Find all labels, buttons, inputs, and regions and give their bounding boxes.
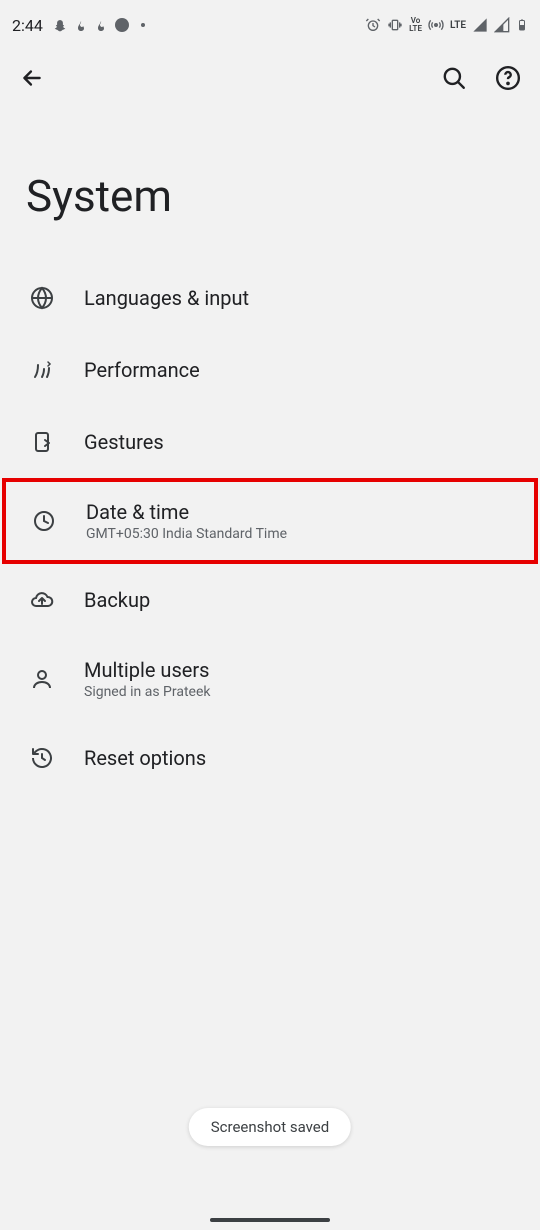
item-title: Languages & input xyxy=(84,286,249,310)
nav-handle[interactable] xyxy=(210,1218,330,1222)
item-subtitle: GMT+05:30 India Standard Time xyxy=(86,526,287,542)
status-left: 2:44 xyxy=(12,16,145,35)
item-title: Reset options xyxy=(84,746,206,770)
notification-overflow-icon xyxy=(141,23,145,27)
tinder-icon xyxy=(95,18,107,32)
person-icon xyxy=(28,665,56,693)
back-button[interactable] xyxy=(18,64,46,92)
app-bar xyxy=(0,48,540,108)
volte-icon: VoLTE xyxy=(409,17,422,33)
cloud-upload-icon xyxy=(28,586,56,614)
hotspot-icon xyxy=(428,17,444,33)
list-item-performance[interactable]: Performance xyxy=(0,334,540,406)
snapchat-icon xyxy=(53,18,67,32)
list-item-backup[interactable]: Backup xyxy=(0,564,540,636)
signal-icon xyxy=(472,17,488,33)
tinder-icon xyxy=(75,18,87,32)
item-title: Backup xyxy=(84,588,150,612)
list-item-date-time[interactable]: Date & time GMT+05:30 India Standard Tim… xyxy=(2,478,538,564)
gestures-icon xyxy=(28,428,56,456)
page-title: System xyxy=(0,108,540,262)
signal-icon xyxy=(494,17,510,33)
item-title: Gestures xyxy=(84,430,164,454)
search-button[interactable] xyxy=(440,64,468,92)
status-time: 2:44 xyxy=(12,16,43,35)
status-right: VoLTE LTE xyxy=(365,16,528,34)
clock-icon xyxy=(30,507,58,535)
list-item-reset-options[interactable]: Reset options xyxy=(0,722,540,794)
item-title: Date & time xyxy=(86,500,287,524)
item-subtitle: Signed in as Prateek xyxy=(84,684,210,700)
list-item-multiple-users[interactable]: Multiple users Signed in as Prateek xyxy=(0,636,540,722)
list-item-gestures[interactable]: Gestures xyxy=(0,406,540,478)
performance-icon xyxy=(28,356,56,384)
list-item-languages[interactable]: Languages & input xyxy=(0,262,540,334)
globe-icon xyxy=(28,284,56,312)
alarm-icon xyxy=(365,17,381,33)
battery-icon xyxy=(516,16,528,34)
item-title: Multiple users xyxy=(84,658,210,682)
notification-dot-icon xyxy=(115,18,129,32)
item-title: Performance xyxy=(84,358,200,382)
toast-text: Screenshot saved xyxy=(211,1118,329,1136)
screenshot-toast[interactable]: Screenshot saved xyxy=(189,1108,351,1146)
settings-list: Languages & input Performance Gestures D… xyxy=(0,262,540,794)
lte-label: LTE xyxy=(450,20,466,31)
vibrate-icon xyxy=(387,17,403,33)
history-icon xyxy=(28,744,56,772)
status-bar: 2:44 VoLTE LTE xyxy=(0,0,540,48)
help-button[interactable] xyxy=(494,64,522,92)
